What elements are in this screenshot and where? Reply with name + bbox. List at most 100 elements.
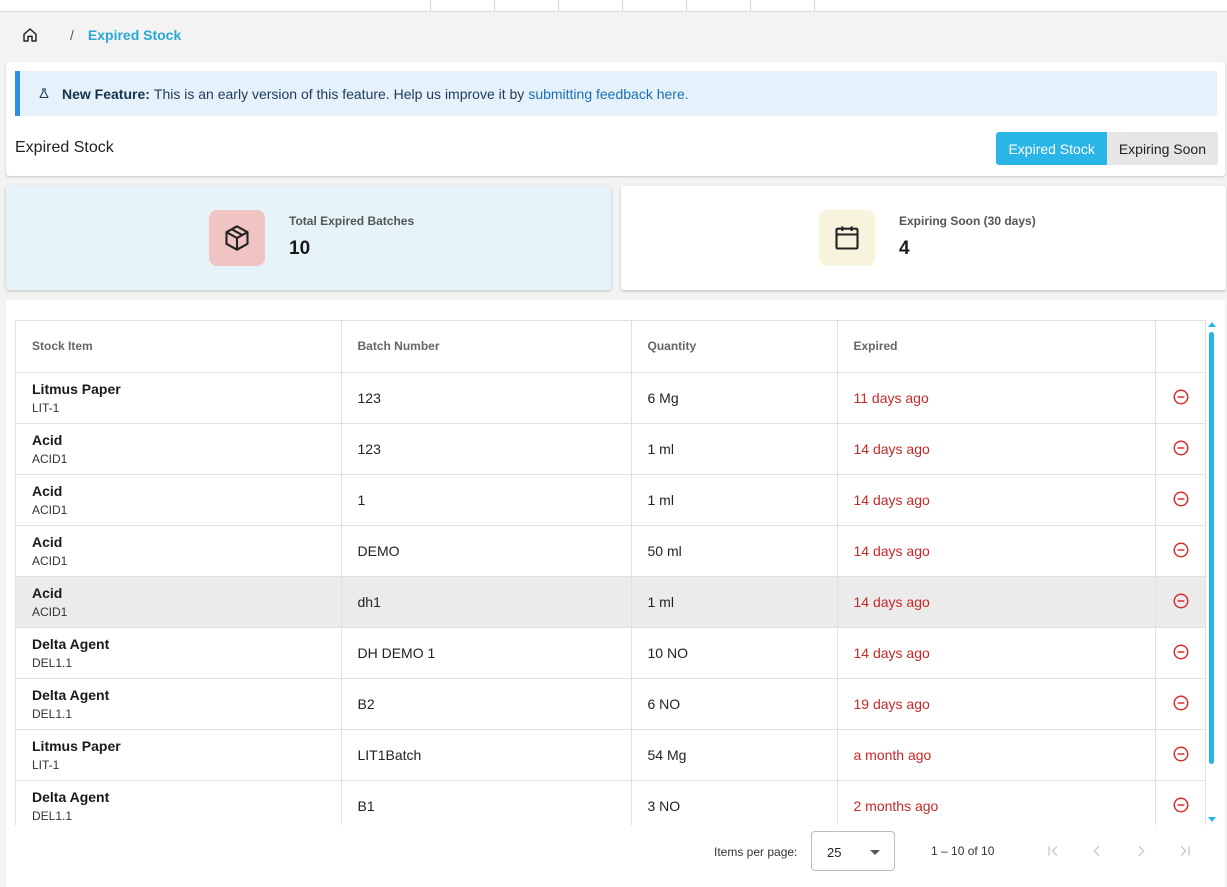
stock-item-code: LIT-1 [32,400,60,415]
cell-batch-number: LIT1Batch [341,729,632,781]
cell-action [1155,576,1205,628]
items-per-page-label: Items per page: [714,845,798,859]
scroll-up-arrow[interactable] [1208,322,1216,327]
next-page-icon[interactable] [1130,840,1152,862]
cell-stock-item: Litmus Paper LIT-1 [16,729,342,781]
cell-batch-number: 123 [341,372,632,424]
page-size-value: 25 [827,845,842,860]
previous-page-icon[interactable] [1086,840,1108,862]
calendar-icon [819,210,875,266]
expired-batches-card: Total Expired Batches 10 [6,186,611,290]
cell-action [1155,474,1205,526]
cell-expired: 2 months ago [837,780,1156,825]
home-icon[interactable] [20,25,40,45]
tab-divider [750,0,751,11]
remove-circle-icon[interactable] [1171,591,1191,611]
expiring-soon-label: Expiring Soon (30 days) [899,214,1036,228]
tab-divider [430,0,431,11]
table-row[interactable]: Acid ACID1 1 1 ml 14 days ago [16,474,1205,526]
remove-circle-icon[interactable] [1171,642,1191,662]
cell-batch-number: B1 [341,780,632,825]
cell-quantity: 1 ml [631,423,838,475]
cell-quantity: 1 ml [631,576,838,628]
toggle-expiring-soon[interactable]: Expiring Soon [1106,132,1218,165]
cell-expired: a month ago [837,729,1156,781]
remove-circle-icon[interactable] [1171,489,1191,509]
stock-item-code: DEL1.1 [32,655,73,670]
cell-expired: 11 days ago [837,372,1156,424]
cell-quantity: 6 Mg [631,372,838,424]
banner-text: This is an early version of this feature… [153,85,525,102]
banner-title: New Feature: [62,85,150,102]
stock-item-code: LIT-1 [32,757,60,772]
table-row[interactable]: Delta Agent DEL1.1 DH DEMO 1 10 NO 14 days a… [16,627,1205,679]
cell-action [1155,372,1205,424]
table-row[interactable]: Delta Agent DEL1.1 B2 6 NO 19 days ago [16,678,1205,730]
expired-stock-table: Stock Item Batch Number Quantity Expired… [15,320,1206,825]
table-row[interactable]: Acid ACID1 DEMO 50 ml 14 days ago [16,525,1205,577]
last-page-icon[interactable] [1174,840,1196,862]
page-title: Expired Stock [15,139,114,156]
stock-item-code: DEL1.1 [32,808,73,823]
table-row[interactable]: Litmus Paper LIT-1 123 6 Mg 11 days ago [16,372,1205,424]
stock-item-name: Acid [32,482,63,499]
remove-circle-icon[interactable] [1171,438,1191,458]
breadcrumb-separator: / [70,27,74,43]
paginator: Items per page: 25 1 – 10 of 10 [6,831,1225,871]
stock-item-name: Litmus Paper [32,737,121,754]
cell-stock-item: Delta Agent DEL1.1 [16,678,342,730]
cell-expired: 14 days ago [837,474,1156,526]
table-row[interactable]: Delta Agent DEL1.1 B1 3 NO 2 months ago [16,780,1205,825]
tab-divider [814,0,815,11]
table-row[interactable]: Acid ACID1 dh1 1 ml 14 days ago [16,576,1205,628]
remove-circle-icon[interactable] [1171,693,1191,713]
stock-item-code: ACID1 [32,604,68,619]
toggle-expired-stock[interactable]: Expired Stock [996,132,1107,165]
first-page-icon[interactable] [1042,840,1064,862]
remove-circle-icon[interactable] [1171,795,1191,815]
expiring-soon-value: 4 [899,238,910,259]
feedback-link[interactable]: submitting feedback here. [528,86,688,102]
top-tab-strip [0,0,1227,12]
page-range: 1 – 10 of 10 [931,844,995,858]
cell-stock-item: Acid ACID1 [16,525,342,577]
cell-expired: 14 days ago [837,525,1156,577]
package-icon [209,210,265,266]
expired-batches-value: 10 [289,238,311,259]
scroll-thumb[interactable] [1209,332,1214,764]
column-header-stock-item[interactable]: Stock Item [16,321,342,373]
stock-item-name: Acid [32,431,63,448]
tab-divider [686,0,687,11]
breadcrumb-current[interactable]: Expired Stock [88,27,181,43]
scroll-down-arrow[interactable] [1208,817,1216,822]
expired-batches-label: Total Expired Batches [289,214,415,228]
remove-circle-icon[interactable] [1171,540,1191,560]
flask-icon [38,87,52,101]
column-header-batch-number[interactable]: Batch Number [341,321,632,373]
stock-item-name: Delta Agent [32,686,110,703]
cell-expired: 14 days ago [837,627,1156,679]
column-header-expired[interactable]: Expired [837,321,1156,373]
column-header-quantity[interactable]: Quantity [631,321,838,373]
cell-stock-item: Acid ACID1 [16,423,342,475]
expiring-soon-card: Expiring Soon (30 days) 4 [621,186,1226,290]
table-row[interactable]: Acid ACID1 123 1 ml 14 days ago [16,423,1205,475]
cell-action [1155,678,1205,730]
stock-item-code: ACID1 [32,451,68,466]
table-scrollbar[interactable] [1207,322,1217,825]
cell-action [1155,525,1205,577]
page-size-select[interactable]: 25 [811,831,895,871]
stock-item-name: Litmus Paper [32,380,121,397]
cell-action [1155,729,1205,781]
cell-batch-number: DH DEMO 1 [341,627,632,679]
cell-batch-number: dh1 [341,576,632,628]
cell-batch-number: 1 [341,474,632,526]
stock-item-code: DEL1.1 [32,706,73,721]
cell-stock-item: Litmus Paper LIT-1 [16,372,342,424]
table-row[interactable]: Litmus Paper LIT-1 LIT1Batch 54 Mg a month a… [16,729,1205,781]
cell-batch-number: DEMO [341,525,632,577]
cell-quantity: 3 NO [631,780,838,825]
cell-stock-item: Acid ACID1 [16,474,342,526]
remove-circle-icon[interactable] [1171,387,1191,407]
remove-circle-icon[interactable] [1171,744,1191,764]
